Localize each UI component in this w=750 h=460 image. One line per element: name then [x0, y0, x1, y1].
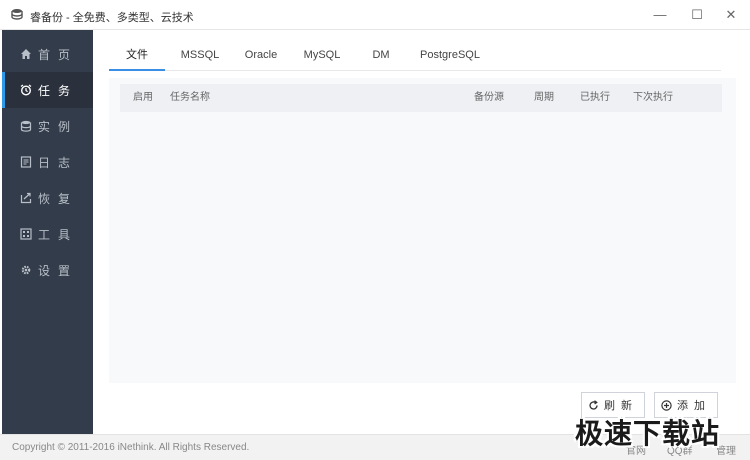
- restore-icon: [20, 192, 32, 204]
- plus-circle-icon: [661, 399, 672, 411]
- alarm-clock-icon: [20, 84, 32, 96]
- maximize-button[interactable]: ☐: [686, 6, 708, 24]
- minimize-button[interactable]: —: [649, 6, 671, 24]
- tab-mysql[interactable]: MySQL: [297, 40, 347, 71]
- sidebar-item-label: 任务: [38, 83, 79, 98]
- column-backup-source[interactable]: 备份源: [474, 84, 504, 112]
- main-content: 文件 MSSQL Oracle MySQL DM PostgreSQL 启用 任…: [93, 30, 750, 434]
- database-icon: [20, 120, 32, 132]
- tab-dm[interactable]: DM: [363, 40, 399, 71]
- sidebar: 首页 任务 实例 日志 恢复 工具 设置: [2, 30, 93, 434]
- sidebar-item-instances[interactable]: 实例: [2, 108, 93, 144]
- column-period[interactable]: 周期: [534, 84, 554, 112]
- sidebar-item-label: 工具: [38, 227, 79, 242]
- tab-mssql[interactable]: MSSQL: [175, 40, 225, 71]
- sidebar-item-label: 设置: [38, 263, 79, 278]
- close-button[interactable]: ✕: [720, 6, 742, 24]
- column-enabled[interactable]: 启用: [133, 84, 153, 112]
- watermark-text: 极速下载站: [575, 417, 721, 450]
- sidebar-item-label: 首页: [38, 47, 79, 62]
- tab-postgresql[interactable]: PostgreSQL: [415, 40, 485, 71]
- sidebar-item-settings[interactable]: 设置: [2, 252, 93, 288]
- sidebar-item-label: 恢复: [38, 191, 79, 206]
- refresh-icon: [588, 399, 599, 411]
- title-bar: 睿备份 - 全免费、多类型、云技术 — ☐ ✕: [0, 0, 750, 30]
- tab-files[interactable]: 文件: [109, 40, 165, 71]
- refresh-label: 刷新: [604, 400, 638, 412]
- sidebar-item-tasks[interactable]: 任务: [2, 72, 93, 108]
- log-icon: [20, 156, 32, 168]
- sidebar-item-tools[interactable]: 工具: [2, 216, 93, 252]
- column-next-run[interactable]: 下次执行: [633, 84, 673, 112]
- sidebar-item-logs[interactable]: 日志: [2, 144, 93, 180]
- sidebar-item-restore[interactable]: 恢复: [2, 180, 93, 216]
- window-title: 睿备份 - 全免费、多类型、云技术: [30, 12, 194, 24]
- gear-icon: [20, 264, 32, 276]
- tools-icon: [20, 228, 32, 240]
- copyright-text: Copyright © 2011-2016 iNethink. All Righ…: [12, 442, 250, 453]
- column-task-name[interactable]: 任务名称: [170, 84, 210, 112]
- sidebar-item-label: 实例: [38, 119, 79, 134]
- sidebar-item-label: 日志: [38, 155, 79, 170]
- home-icon: [20, 48, 32, 60]
- tab-bar: 文件 MSSQL Oracle MySQL DM PostgreSQL: [109, 40, 721, 71]
- task-table-panel: 启用 任务名称 备份源 周期 已执行 下次执行: [109, 78, 736, 383]
- database-icon: [10, 8, 24, 22]
- table-header: 启用 任务名称 备份源 周期 已执行 下次执行: [120, 84, 722, 112]
- sidebar-item-home[interactable]: 首页: [2, 36, 93, 72]
- tab-oracle[interactable]: Oracle: [236, 40, 286, 71]
- add-label: 添加: [677, 400, 711, 412]
- column-executed[interactable]: 已执行: [580, 84, 610, 112]
